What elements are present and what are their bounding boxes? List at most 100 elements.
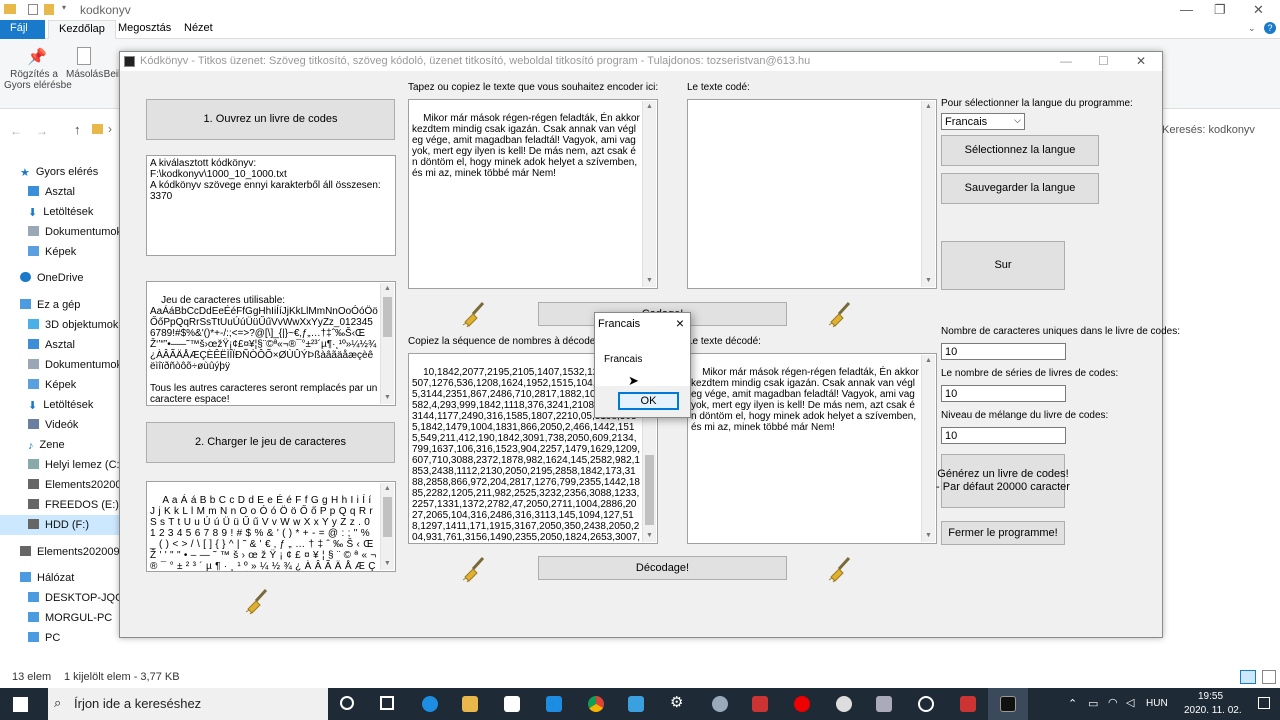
- nav-hdd-drive[interactable]: HDD (F:): [0, 515, 120, 535]
- nav-pictures-2[interactable]: Képek: [28, 375, 76, 395]
- chevron-down-icon[interactable]: ▾: [62, 3, 66, 12]
- nav-3d-objects[interactable]: 3D objektumok: [28, 315, 118, 335]
- load-charset-button[interactable]: 2. Charger le jeu de caracteres: [146, 422, 395, 463]
- properties-icon[interactable]: [28, 4, 38, 15]
- scroll-down-icon[interactable]: ▼: [643, 275, 656, 287]
- input-language[interactable]: HUN: [1146, 698, 1168, 709]
- broom-icon[interactable]: [461, 300, 489, 328]
- decode-button[interactable]: Décodage!: [538, 556, 787, 580]
- task-view-icon[interactable]: [380, 696, 394, 710]
- minimize-icon[interactable]: —: [1060, 52, 1072, 71]
- scroll-up-icon[interactable]: ▲: [922, 355, 935, 367]
- nav-pc[interactable]: PC: [28, 628, 60, 648]
- plaintext-input[interactable]: Mikor már mások régen-régen feladták, Én…: [408, 99, 658, 289]
- open-code-book-button[interactable]: 1. Ouvrez un livre de codes: [146, 99, 395, 140]
- close-program-button[interactable]: Fermer le programme!: [941, 521, 1065, 545]
- pin-quick-access-button[interactable]: 📌 Rögzítés a Gyors elérésbe: [4, 47, 72, 91]
- app-icon[interactable]: [918, 696, 934, 712]
- edge-icon[interactable]: [422, 696, 438, 712]
- tab-home[interactable]: Kezdőlap: [48, 20, 116, 39]
- chevron-down-icon[interactable]: ⌄: [1248, 23, 1256, 34]
- mail-icon[interactable]: [546, 696, 562, 712]
- chevron-up-icon[interactable]: ⌃: [1068, 697, 1077, 710]
- charset-display-scrollbar[interactable]: ▲ ▼: [380, 483, 394, 570]
- nav-downloads[interactable]: ⬇ Letöltések: [28, 202, 93, 222]
- nav-music[interactable]: ♪ Zene: [28, 435, 65, 455]
- search-box[interactable]: Keresés: kodkonyv: [1160, 121, 1278, 141]
- app-icon[interactable]: [876, 696, 892, 712]
- nav-desktop[interactable]: Asztal: [28, 182, 75, 202]
- scroll-down-icon[interactable]: ▼: [922, 530, 935, 542]
- tab-share[interactable]: Megosztás: [108, 20, 181, 39]
- tab-file[interactable]: Fájl: [0, 20, 45, 39]
- notifications-icon[interactable]: [1258, 697, 1270, 709]
- maximize-icon[interactable]: ☐: [1098, 52, 1109, 71]
- nav-elements-drive-2[interactable]: Elements20200904: [20, 542, 132, 562]
- close-icon[interactable]: ✕: [1136, 52, 1146, 71]
- photos-icon[interactable]: [628, 696, 644, 712]
- decoded-scrollbar[interactable]: ▲ ▼: [921, 355, 935, 542]
- close-icon[interactable]: ✕: [1253, 2, 1264, 18]
- decoded-output[interactable]: Mikor már mások régen-régen feladták, Én…: [687, 353, 937, 544]
- nav-desktop-2[interactable]: Asztal: [28, 335, 75, 355]
- wifi-icon[interactable]: ◠: [1108, 696, 1118, 709]
- windows-start-icon[interactable]: [13, 697, 28, 712]
- close-icon[interactable]: ×: [676, 315, 684, 331]
- series-input[interactable]: 10: [941, 385, 1066, 402]
- nav-onedrive[interactable]: OneDrive: [20, 268, 83, 288]
- file-explorer-icon[interactable]: [462, 696, 478, 712]
- sur-button[interactable]: Sur: [941, 241, 1065, 290]
- nav-downloads-2[interactable]: ⬇ Letöltések: [28, 395, 93, 415]
- broom-icon[interactable]: [244, 587, 272, 615]
- copy-button[interactable]: Másolás: [66, 47, 103, 80]
- scroll-down-icon[interactable]: ▼: [381, 392, 394, 404]
- taskbar-search[interactable]: ⌕ Írjon ide a kereséshez: [48, 688, 328, 720]
- volume-icon[interactable]: ◁: [1126, 696, 1134, 709]
- language-select[interactable]: Francais ⌵: [941, 113, 1025, 130]
- back-icon[interactable]: ←: [10, 124, 22, 138]
- opera-icon[interactable]: [794, 696, 810, 712]
- large-icons-view-icon[interactable]: [1262, 670, 1276, 684]
- tab-view[interactable]: Nézet: [174, 20, 223, 39]
- mix-level-input[interactable]: 10: [941, 427, 1066, 444]
- details-view-icon[interactable]: [1240, 670, 1256, 684]
- chrome-icon[interactable]: [588, 696, 604, 712]
- kodkonyv-taskbar-icon[interactable]: [1000, 696, 1016, 712]
- encoded-scrollbar[interactable]: ▲ ▼: [921, 101, 935, 287]
- forward-icon[interactable]: →: [36, 124, 48, 138]
- scroll-up-icon[interactable]: ▲: [381, 283, 394, 295]
- new-folder-icon[interactable]: [44, 4, 54, 15]
- nav-documents[interactable]: Dokumentumok: [28, 222, 122, 242]
- scroll-up-icon[interactable]: ▲: [381, 483, 394, 495]
- broom-icon[interactable]: [461, 555, 489, 583]
- unique-chars-input[interactable]: 10: [941, 343, 1066, 360]
- plaintext-scrollbar[interactable]: ▲ ▼: [642, 101, 656, 287]
- select-language-button[interactable]: Sélectionnez la langue: [941, 135, 1099, 166]
- ok-button[interactable]: OK: [618, 392, 679, 410]
- scroll-thumb[interactable]: [383, 497, 392, 537]
- scroll-down-icon[interactable]: ▼: [922, 275, 935, 287]
- store-icon[interactable]: [504, 696, 520, 712]
- network-icon[interactable]: ▭: [1088, 697, 1098, 710]
- scroll-down-icon[interactable]: ▼: [381, 558, 394, 570]
- nav-this-pc[interactable]: Ez a gép: [20, 295, 80, 315]
- encoded-output[interactable]: ▲ ▼: [687, 99, 937, 289]
- app-icon[interactable]: [960, 696, 976, 712]
- up-icon[interactable]: ↑: [74, 122, 81, 137]
- cortana-icon[interactable]: [340, 696, 354, 710]
- maximize-icon[interactable]: ❐: [1214, 2, 1226, 18]
- app-icon[interactable]: [836, 696, 852, 712]
- scroll-down-icon[interactable]: ▼: [643, 530, 656, 542]
- clock-date[interactable]: 2020. 11. 02.: [1184, 705, 1242, 716]
- scroll-thumb[interactable]: [383, 297, 392, 337]
- app-icon[interactable]: [712, 696, 728, 712]
- nav-documents-2[interactable]: Dokumentumok: [28, 355, 122, 375]
- minimize-icon[interactable]: —: [1180, 2, 1193, 17]
- broom-icon[interactable]: [827, 300, 855, 328]
- save-language-button[interactable]: Sauvegarder la langue: [941, 173, 1099, 204]
- nav-quick-access[interactable]: ★ Gyors elérés: [20, 162, 98, 182]
- generate-code-book-button[interactable]: Générez un livre de codes! - Par défaut …: [936, 454, 1070, 508]
- clock-time[interactable]: 19:55: [1198, 691, 1223, 702]
- nav-videos[interactable]: Videók: [28, 415, 78, 435]
- nav-freedos-drive[interactable]: FREEDOS (E:): [28, 495, 119, 515]
